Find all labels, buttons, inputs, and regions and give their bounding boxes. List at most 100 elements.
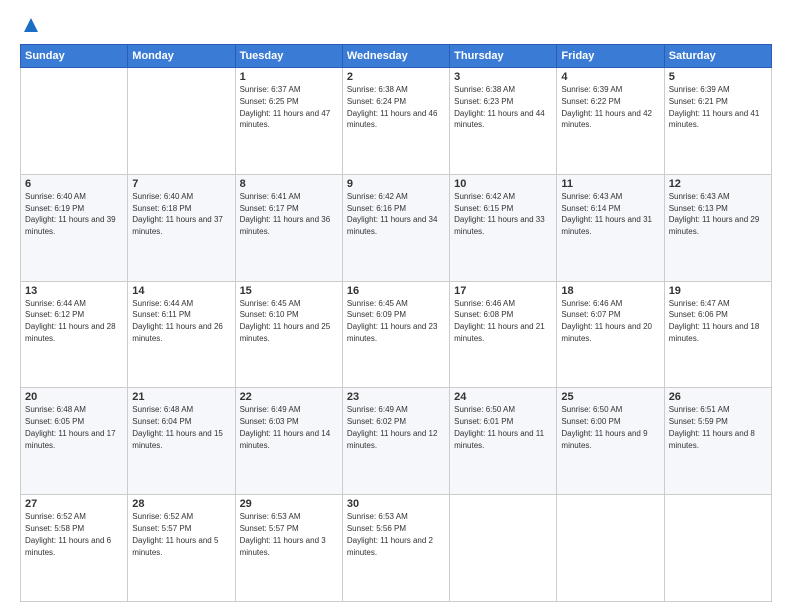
cell-content: Sunrise: 6:47 AMSunset: 6:06 PMDaylight:… xyxy=(669,299,760,343)
calendar-cell: 15 Sunrise: 6:45 AMSunset: 6:10 PMDaylig… xyxy=(235,281,342,388)
calendar-cell: 7 Sunrise: 6:40 AMSunset: 6:18 PMDayligh… xyxy=(128,174,235,281)
day-number: 11 xyxy=(561,178,659,190)
calendar-cell: 25 Sunrise: 6:50 AMSunset: 6:00 PMDaylig… xyxy=(557,388,664,495)
day-number: 3 xyxy=(454,71,552,83)
cell-content: Sunrise: 6:37 AMSunset: 6:25 PMDaylight:… xyxy=(240,85,331,129)
day-number: 25 xyxy=(561,391,659,403)
cell-content: Sunrise: 6:50 AMSunset: 6:00 PMDaylight:… xyxy=(561,405,647,449)
calendar-day-header: Monday xyxy=(128,45,235,68)
calendar-table: SundayMondayTuesdayWednesdayThursdayFrid… xyxy=(20,44,772,602)
calendar-day-header: Wednesday xyxy=(342,45,449,68)
cell-content: Sunrise: 6:45 AMSunset: 6:10 PMDaylight:… xyxy=(240,299,331,343)
logo xyxy=(20,16,40,34)
calendar-week-row: 20 Sunrise: 6:48 AMSunset: 6:05 PMDaylig… xyxy=(21,388,772,495)
page: SundayMondayTuesdayWednesdayThursdayFrid… xyxy=(0,0,792,612)
day-number: 20 xyxy=(25,391,123,403)
day-number: 4 xyxy=(561,71,659,83)
calendar-cell xyxy=(450,495,557,602)
cell-content: Sunrise: 6:42 AMSunset: 6:15 PMDaylight:… xyxy=(454,192,545,236)
day-number: 18 xyxy=(561,285,659,297)
calendar-day-header: Saturday xyxy=(664,45,771,68)
day-number: 27 xyxy=(25,498,123,510)
calendar-day-header: Thursday xyxy=(450,45,557,68)
calendar-cell: 18 Sunrise: 6:46 AMSunset: 6:07 PMDaylig… xyxy=(557,281,664,388)
cell-content: Sunrise: 6:48 AMSunset: 6:04 PMDaylight:… xyxy=(132,405,223,449)
day-number: 21 xyxy=(132,391,230,403)
day-number: 12 xyxy=(669,178,767,190)
cell-content: Sunrise: 6:40 AMSunset: 6:18 PMDaylight:… xyxy=(132,192,223,236)
cell-content: Sunrise: 6:51 AMSunset: 5:59 PMDaylight:… xyxy=(669,405,755,449)
calendar-cell: 4 Sunrise: 6:39 AMSunset: 6:22 PMDayligh… xyxy=(557,68,664,175)
day-number: 13 xyxy=(25,285,123,297)
cell-content: Sunrise: 6:46 AMSunset: 6:07 PMDaylight:… xyxy=(561,299,652,343)
day-number: 22 xyxy=(240,391,338,403)
cell-content: Sunrise: 6:49 AMSunset: 6:03 PMDaylight:… xyxy=(240,405,331,449)
cell-content: Sunrise: 6:44 AMSunset: 6:12 PMDaylight:… xyxy=(25,299,116,343)
calendar-cell xyxy=(128,68,235,175)
cell-content: Sunrise: 6:53 AMSunset: 5:56 PMDaylight:… xyxy=(347,512,433,556)
calendar-cell: 27 Sunrise: 6:52 AMSunset: 5:58 PMDaylig… xyxy=(21,495,128,602)
calendar-header-row: SundayMondayTuesdayWednesdayThursdayFrid… xyxy=(21,45,772,68)
calendar-week-row: 13 Sunrise: 6:44 AMSunset: 6:12 PMDaylig… xyxy=(21,281,772,388)
calendar-cell: 24 Sunrise: 6:50 AMSunset: 6:01 PMDaylig… xyxy=(450,388,557,495)
day-number: 17 xyxy=(454,285,552,297)
calendar-cell: 11 Sunrise: 6:43 AMSunset: 6:14 PMDaylig… xyxy=(557,174,664,281)
cell-content: Sunrise: 6:43 AMSunset: 6:13 PMDaylight:… xyxy=(669,192,760,236)
calendar-cell: 23 Sunrise: 6:49 AMSunset: 6:02 PMDaylig… xyxy=(342,388,449,495)
cell-content: Sunrise: 6:41 AMSunset: 6:17 PMDaylight:… xyxy=(240,192,331,236)
day-number: 9 xyxy=(347,178,445,190)
calendar-cell: 22 Sunrise: 6:49 AMSunset: 6:03 PMDaylig… xyxy=(235,388,342,495)
day-number: 8 xyxy=(240,178,338,190)
header xyxy=(20,16,772,34)
cell-content: Sunrise: 6:50 AMSunset: 6:01 PMDaylight:… xyxy=(454,405,544,449)
cell-content: Sunrise: 6:48 AMSunset: 6:05 PMDaylight:… xyxy=(25,405,116,449)
calendar-cell: 9 Sunrise: 6:42 AMSunset: 6:16 PMDayligh… xyxy=(342,174,449,281)
cell-content: Sunrise: 6:42 AMSunset: 6:16 PMDaylight:… xyxy=(347,192,438,236)
logo-icon xyxy=(22,16,40,34)
calendar-cell: 2 Sunrise: 6:38 AMSunset: 6:24 PMDayligh… xyxy=(342,68,449,175)
calendar-day-header: Sunday xyxy=(21,45,128,68)
day-number: 28 xyxy=(132,498,230,510)
cell-content: Sunrise: 6:44 AMSunset: 6:11 PMDaylight:… xyxy=(132,299,223,343)
calendar-cell: 8 Sunrise: 6:41 AMSunset: 6:17 PMDayligh… xyxy=(235,174,342,281)
cell-content: Sunrise: 6:39 AMSunset: 6:21 PMDaylight:… xyxy=(669,85,760,129)
day-number: 1 xyxy=(240,71,338,83)
calendar-cell: 13 Sunrise: 6:44 AMSunset: 6:12 PMDaylig… xyxy=(21,281,128,388)
calendar-cell: 19 Sunrise: 6:47 AMSunset: 6:06 PMDaylig… xyxy=(664,281,771,388)
day-number: 29 xyxy=(240,498,338,510)
cell-content: Sunrise: 6:38 AMSunset: 6:24 PMDaylight:… xyxy=(347,85,438,129)
day-number: 26 xyxy=(669,391,767,403)
day-number: 23 xyxy=(347,391,445,403)
calendar-cell: 6 Sunrise: 6:40 AMSunset: 6:19 PMDayligh… xyxy=(21,174,128,281)
day-number: 30 xyxy=(347,498,445,510)
day-number: 10 xyxy=(454,178,552,190)
calendar-cell: 3 Sunrise: 6:38 AMSunset: 6:23 PMDayligh… xyxy=(450,68,557,175)
calendar-cell: 28 Sunrise: 6:52 AMSunset: 5:57 PMDaylig… xyxy=(128,495,235,602)
cell-content: Sunrise: 6:49 AMSunset: 6:02 PMDaylight:… xyxy=(347,405,438,449)
calendar-cell: 29 Sunrise: 6:53 AMSunset: 5:57 PMDaylig… xyxy=(235,495,342,602)
calendar-cell: 16 Sunrise: 6:45 AMSunset: 6:09 PMDaylig… xyxy=(342,281,449,388)
day-number: 15 xyxy=(240,285,338,297)
calendar-week-row: 27 Sunrise: 6:52 AMSunset: 5:58 PMDaylig… xyxy=(21,495,772,602)
day-number: 7 xyxy=(132,178,230,190)
cell-content: Sunrise: 6:53 AMSunset: 5:57 PMDaylight:… xyxy=(240,512,326,556)
calendar-cell: 17 Sunrise: 6:46 AMSunset: 6:08 PMDaylig… xyxy=(450,281,557,388)
calendar-cell: 26 Sunrise: 6:51 AMSunset: 5:59 PMDaylig… xyxy=(664,388,771,495)
day-number: 24 xyxy=(454,391,552,403)
cell-content: Sunrise: 6:46 AMSunset: 6:08 PMDaylight:… xyxy=(454,299,545,343)
calendar-cell: 30 Sunrise: 6:53 AMSunset: 5:56 PMDaylig… xyxy=(342,495,449,602)
cell-content: Sunrise: 6:45 AMSunset: 6:09 PMDaylight:… xyxy=(347,299,438,343)
calendar-cell: 12 Sunrise: 6:43 AMSunset: 6:13 PMDaylig… xyxy=(664,174,771,281)
calendar-cell: 20 Sunrise: 6:48 AMSunset: 6:05 PMDaylig… xyxy=(21,388,128,495)
cell-content: Sunrise: 6:52 AMSunset: 5:58 PMDaylight:… xyxy=(25,512,111,556)
calendar-body: 1 Sunrise: 6:37 AMSunset: 6:25 PMDayligh… xyxy=(21,68,772,602)
day-number: 2 xyxy=(347,71,445,83)
day-number: 5 xyxy=(669,71,767,83)
cell-content: Sunrise: 6:38 AMSunset: 6:23 PMDaylight:… xyxy=(454,85,545,129)
cell-content: Sunrise: 6:39 AMSunset: 6:22 PMDaylight:… xyxy=(561,85,652,129)
cell-content: Sunrise: 6:43 AMSunset: 6:14 PMDaylight:… xyxy=(561,192,652,236)
day-number: 14 xyxy=(132,285,230,297)
calendar-week-row: 1 Sunrise: 6:37 AMSunset: 6:25 PMDayligh… xyxy=(21,68,772,175)
calendar-cell: 5 Sunrise: 6:39 AMSunset: 6:21 PMDayligh… xyxy=(664,68,771,175)
cell-content: Sunrise: 6:52 AMSunset: 5:57 PMDaylight:… xyxy=(132,512,218,556)
